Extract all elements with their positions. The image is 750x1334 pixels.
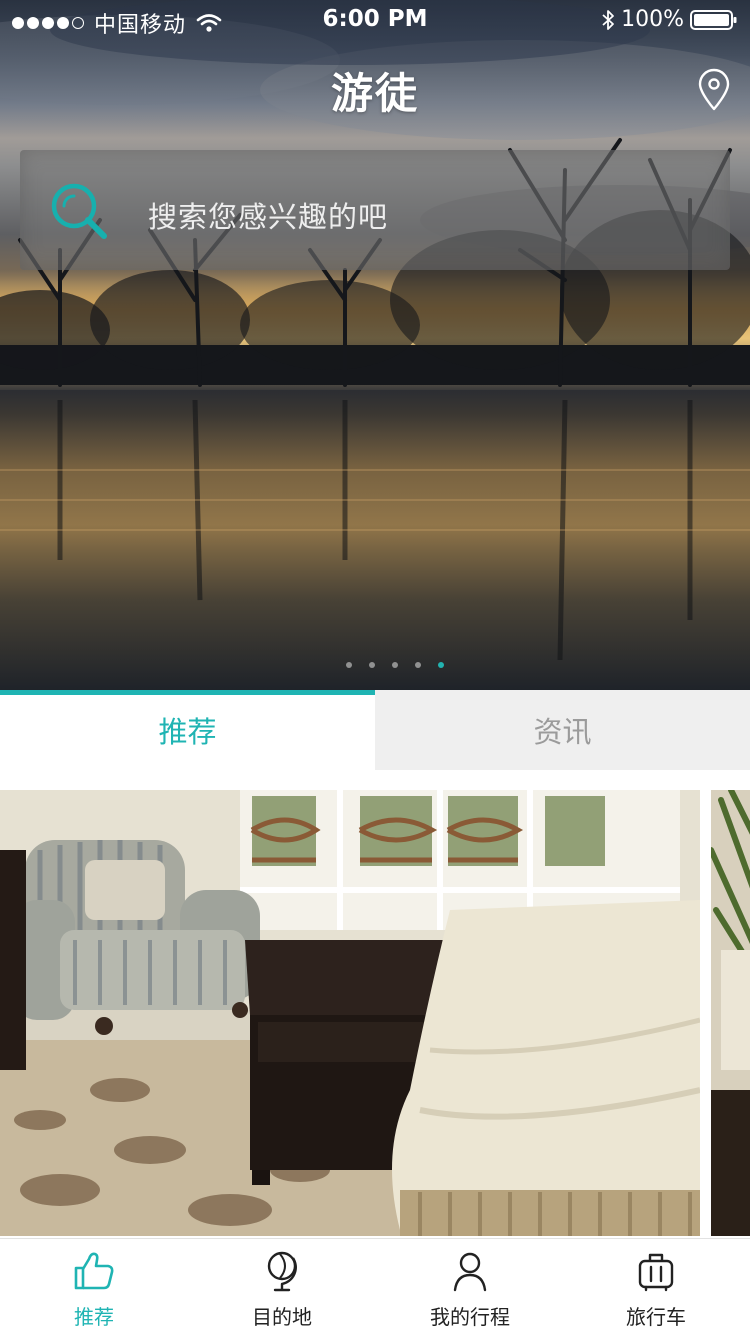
nav-label: 我的行程 (430, 1305, 510, 1329)
luggage-icon (638, 1253, 674, 1292)
carousel-pager (0, 662, 750, 668)
tab-news[interactable]: 资讯 (375, 690, 750, 770)
tab-recommend-label: 推荐 (158, 715, 217, 749)
pager-dot-active[interactable] (438, 662, 444, 668)
tab-news-label: 资讯 (533, 715, 592, 749)
pager-dot[interactable] (346, 662, 352, 668)
status-right: 100% (601, 7, 738, 32)
plant-photo (711, 790, 750, 1236)
pager-dot[interactable] (392, 662, 398, 668)
tab-active-indicator (0, 690, 375, 695)
app-title: 游徒 (330, 69, 419, 118)
status-left: 中国移动 (12, 7, 222, 39)
nav-item-destination[interactable]: 目的地 (188, 1239, 376, 1334)
recommend-card-next[interactable] (711, 790, 750, 1236)
tab-recommend[interactable]: 推荐 (0, 690, 375, 770)
battery-percentage: 100% (621, 7, 684, 32)
nav-item-my-trip[interactable]: 我的行程 (376, 1239, 564, 1334)
pager-dot[interactable] (415, 662, 421, 668)
globe-icon (267, 1251, 297, 1292)
bluetooth-icon (602, 9, 614, 30)
nav-item-recommend[interactable]: 推荐 (0, 1239, 188, 1334)
nav-label: 推荐 (74, 1305, 114, 1329)
search-input[interactable]: 搜索您感兴趣的吧 (148, 194, 388, 236)
nav-label: 旅行车 (626, 1305, 686, 1329)
signal-strength-icon (12, 17, 84, 29)
wifi-icon (196, 14, 222, 32)
recommend-card-list[interactable] (0, 790, 750, 1236)
recommend-card[interactable] (0, 790, 700, 1236)
thumbs-up-icon (74, 1252, 114, 1290)
content-tabs: 推荐 资讯 (0, 690, 750, 770)
app-screen: 中国移动 6:00 PM 100% 游徒 搜索您感兴趣的吧 推荐 资讯 推荐 目… (0, 0, 750, 1334)
status-bar: 中国移动 6:00 PM 100% (0, 0, 750, 40)
bedroom-photo (0, 790, 700, 1236)
bottom-navigation: 推荐 目的地 我的行程 旅行车 (0, 1238, 750, 1334)
search-icon[interactable] (48, 180, 110, 242)
hero-banner[interactable]: 中国移动 6:00 PM 100% 游徒 搜索您感兴趣的吧 (0, 0, 750, 690)
nav-item-travel-bag[interactable]: 旅行车 (562, 1239, 750, 1334)
nav-label: 目的地 (252, 1305, 312, 1329)
pager-dot[interactable] (369, 662, 375, 668)
carrier-name: 中国移动 (94, 13, 187, 38)
person-icon (453, 1252, 487, 1292)
location-pin-icon[interactable] (696, 68, 732, 112)
battery-icon (690, 9, 737, 30)
